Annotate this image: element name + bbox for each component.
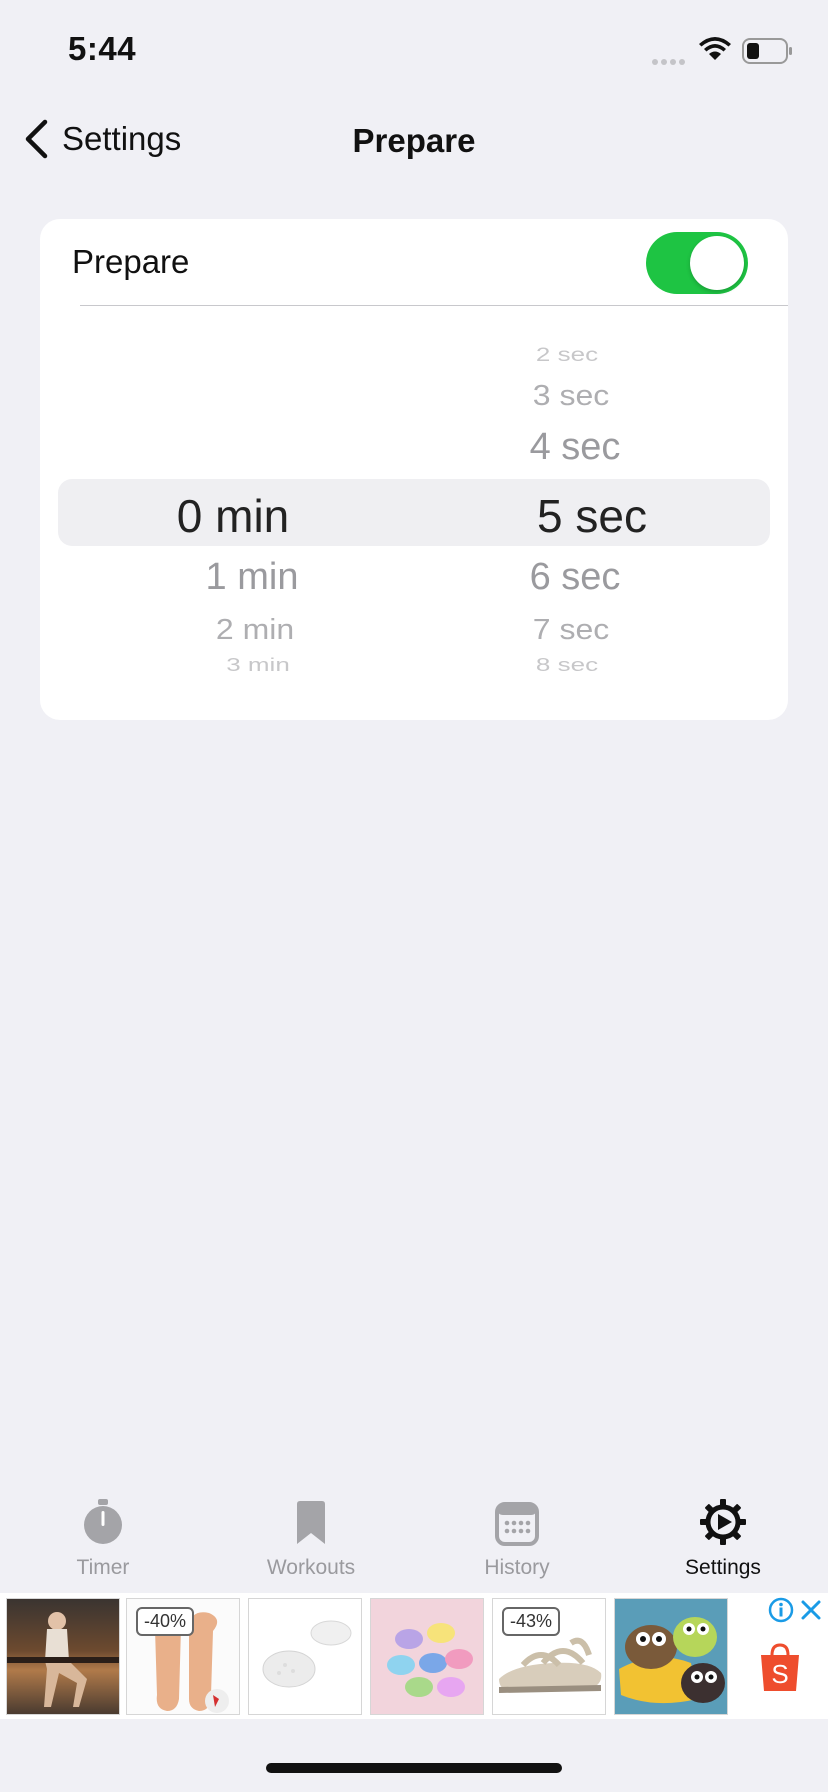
ad-info-icon[interactable]: [768, 1597, 794, 1623]
tab-timer[interactable]: Timer: [23, 1490, 183, 1580]
picker-option-seconds[interactable]: 4 sec: [530, 426, 621, 469]
prepare-toggle[interactable]: [646, 232, 748, 294]
picker-selected-seconds: 5 sec: [537, 490, 647, 542]
toy-clips-image: [387, 1623, 473, 1697]
discount-badge: -40%: [136, 1607, 195, 1636]
ad-product-image[interactable]: [248, 1598, 362, 1715]
tab-workouts-label: Workouts: [266, 1556, 356, 1579]
stopwatch-icon: [84, 1499, 122, 1544]
ad-product-image[interactable]: -40%: [126, 1598, 240, 1715]
gel-pad-image: [262, 1620, 352, 1688]
ad-product-image[interactable]: [6, 1598, 120, 1715]
picker-option-seconds[interactable]: 3 sec: [533, 379, 609, 412]
home-indicator[interactable]: [266, 1763, 562, 1773]
toggle-knob: [690, 236, 744, 290]
ad-close-icon[interactable]: [798, 1597, 824, 1623]
page-title: Prepare: [352, 122, 476, 159]
navigation-bar: Settings Prepare: [0, 100, 828, 180]
picker-option-seconds[interactable]: 2 sec: [536, 347, 598, 362]
picker-option-minutes[interactable]: 2 min: [216, 613, 294, 646]
picker-option-seconds[interactable]: 7 sec: [533, 613, 609, 646]
cellular-signal-icon: [652, 52, 688, 70]
shopping-bag-icon[interactable]: S: [758, 1643, 802, 1693]
picker-selection-band: [58, 479, 770, 546]
tab-settings[interactable]: Settings: [643, 1490, 803, 1580]
ad-product-image[interactable]: [614, 1598, 728, 1715]
tab-settings-label: Settings: [685, 1556, 761, 1579]
prepare-settings-card: Prepare 0 min 1 min 2 min 3 min 2 sec 3 …: [40, 219, 788, 720]
shop-letter: S: [771, 1659, 788, 1689]
ad-product-image[interactable]: -43%: [492, 1598, 606, 1715]
ad-banner[interactable]: -40% -43% S: [0, 1593, 828, 1719]
picker-option-minutes[interactable]: 3 min: [226, 656, 290, 671]
picker-option-minutes[interactable]: 1 min: [206, 556, 299, 599]
picker-selected-minutes: 0 min: [176, 490, 290, 542]
status-time: 5:44: [68, 30, 137, 67]
tab-history[interactable]: History: [437, 1490, 597, 1580]
bookmark-icon: [297, 1501, 325, 1544]
tab-workouts[interactable]: Workouts: [231, 1490, 391, 1580]
woman-sitting-image: [7, 1612, 119, 1707]
slippers-image: [619, 1617, 725, 1704]
picker-option-seconds[interactable]: 6 sec: [530, 556, 621, 599]
wifi-icon: [699, 37, 731, 60]
picker-option-seconds[interactable]: 8 sec: [536, 656, 598, 671]
duration-picker[interactable]: 0 min 1 min 2 min 3 min 2 sec 3 sec 4 se…: [40, 306, 788, 720]
tab-timer-label: Timer: [76, 1556, 130, 1579]
ad-product-image[interactable]: [370, 1598, 484, 1715]
discount-badge: -43%: [502, 1607, 561, 1636]
status-bar: 5:44: [0, 0, 828, 100]
prepare-toggle-label: Prepare: [72, 243, 190, 280]
calendar-icon: [495, 1502, 539, 1546]
battery-icon: [742, 38, 792, 64]
tab-history-label: History: [484, 1556, 550, 1579]
tab-bar: Timer Workouts History Settings: [0, 1490, 828, 1595]
gear-icon: [700, 1499, 746, 1545]
